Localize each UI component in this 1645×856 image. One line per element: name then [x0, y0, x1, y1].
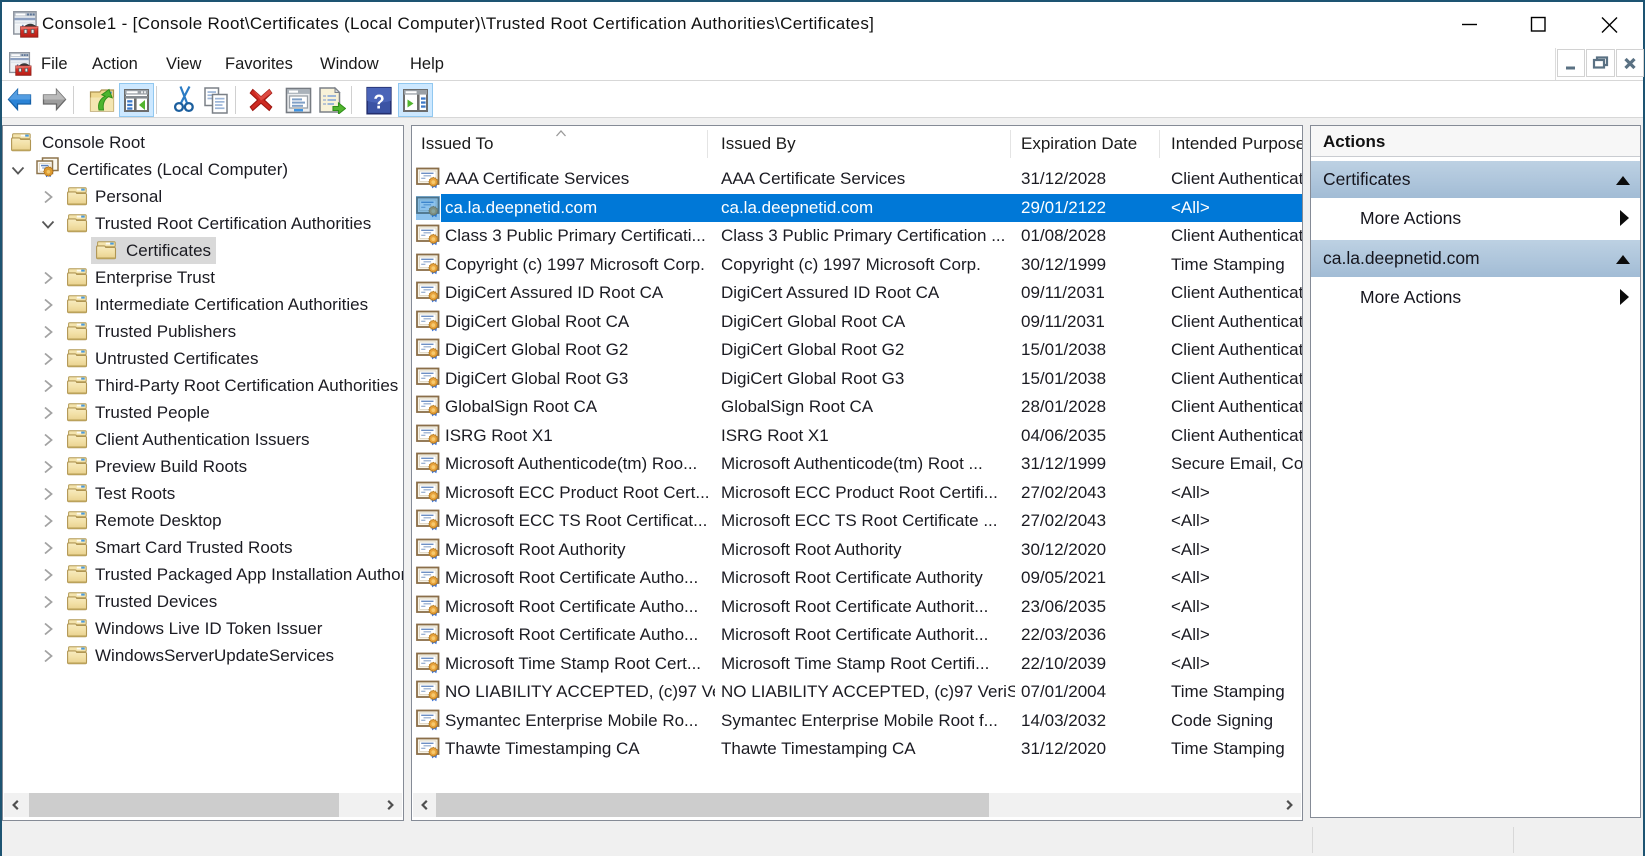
svg-text:?: ?: [373, 92, 384, 114]
